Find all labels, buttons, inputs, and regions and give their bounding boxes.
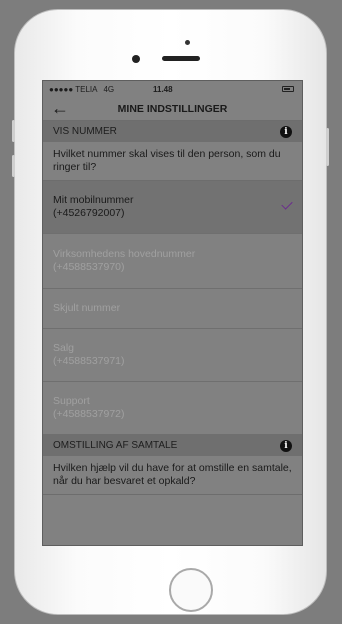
option-label: Support (53, 395, 90, 407)
screen: ●●●●● TELIA 4G 11.48 ← MINE INDSTILLINGE… (42, 80, 303, 546)
volume-button (12, 155, 15, 177)
option-support[interactable]: Support (+4588537972) (43, 382, 302, 435)
carrier-label: ●●●●● TELIA (49, 84, 98, 94)
option-salg[interactable]: Salg (+4588537971) (43, 329, 302, 382)
nav-bar: ← MINE INDSTILLINGER (43, 97, 302, 121)
section-description: Hvilket nummer skal vises til den person… (43, 142, 302, 181)
status-bar: ●●●●● TELIA 4G 11.48 (43, 81, 302, 97)
option-virksomhedens-hovednummer[interactable]: Virksomhedens hovednummer (+4588537970) (43, 234, 302, 289)
info-icon[interactable]: i (280, 439, 292, 452)
option-label: Salg (53, 342, 75, 354)
section-description: Hvilken hjælp vil du have for at omstill… (43, 456, 302, 495)
option-number: (+4526792007) (53, 207, 125, 219)
option-number: (+4588537971) (53, 355, 125, 367)
page-title: MINE INDSTILLINGER (117, 102, 228, 115)
battery-icon (282, 86, 294, 92)
option-number: (+4588537972) (53, 408, 125, 420)
camera-icon (132, 55, 140, 63)
sensor-icon (185, 40, 190, 45)
option-mit-mobilnummer[interactable]: Mit mobilnummer (+4526792007) (43, 181, 302, 234)
option-skjult-nummer[interactable]: Skjult nummer (43, 289, 302, 329)
option-label: Skjult nummer (53, 302, 121, 314)
speaker-grille (162, 56, 200, 61)
power-button (326, 128, 329, 166)
clock: 11.48 (153, 84, 173, 94)
option-label: Virksomhedens hovednummer (53, 248, 196, 260)
volume-button (12, 120, 15, 142)
section-title: OMSTILLING AF SAMTALE (53, 440, 178, 451)
option-number: (+4588537970) (53, 261, 125, 273)
option-label: Mit mobilnummer (53, 194, 134, 206)
section-header-vis-nummer: VIS NUMMER i (43, 121, 302, 142)
arrow-left-icon[interactable]: ← (51, 98, 69, 119)
info-icon[interactable]: i (280, 125, 292, 138)
network-label: 4G (103, 84, 115, 94)
home-button[interactable] (169, 568, 213, 612)
section-title: VIS NUMMER (53, 126, 117, 137)
section-header-omstilling: OMSTILLING AF SAMTALE i (43, 435, 302, 456)
